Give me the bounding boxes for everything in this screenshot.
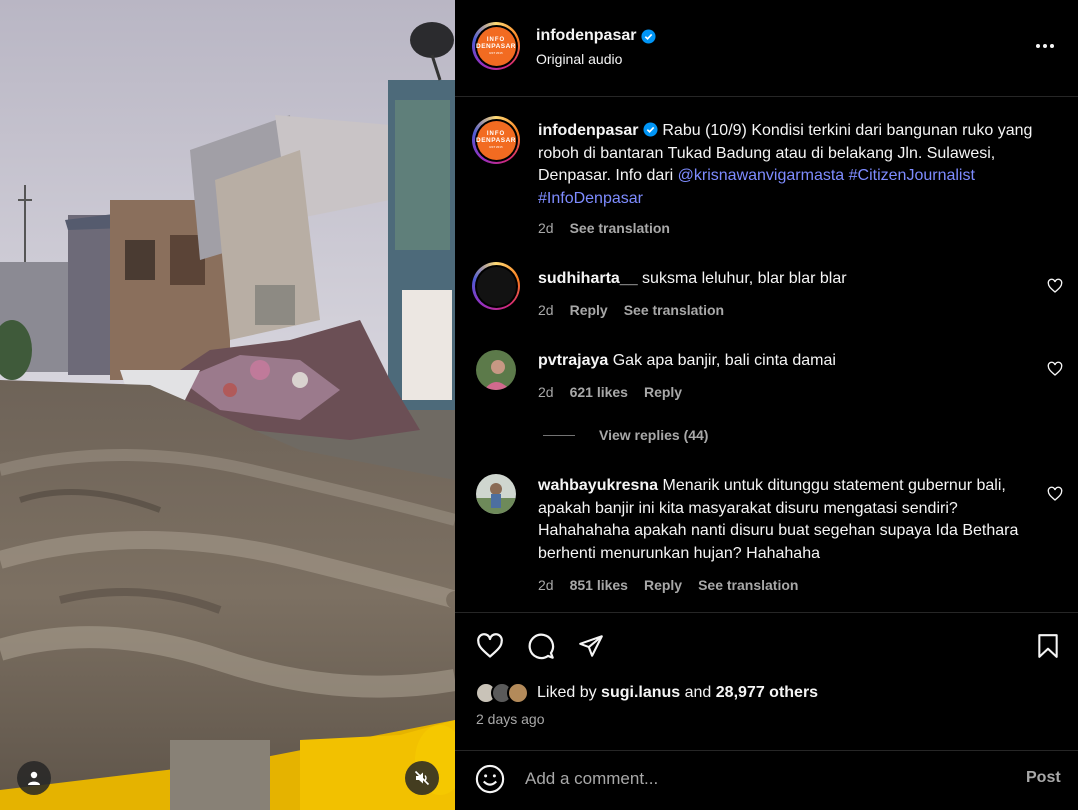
liked-by-avatars[interactable] [475, 682, 529, 704]
more-options-button[interactable] [1033, 34, 1057, 58]
muted-speaker-icon [414, 770, 430, 786]
comment-likes-count[interactable]: 851 likes [570, 577, 628, 593]
view-replies-label: View replies (44) [599, 427, 709, 443]
reply-button[interactable]: Reply [570, 302, 608, 318]
caption-mention-link[interactable]: @krisnawanvigarmasta [678, 167, 845, 184]
share-button[interactable] [573, 628, 609, 664]
liked-by-and: and [684, 684, 712, 701]
more-icon-dot [1050, 44, 1054, 48]
comment-icon [528, 633, 555, 660]
comment-button[interactable] [523, 628, 559, 664]
caption-text: infodenpasar Rabu (10/9) Kondisi terkini… [538, 120, 1038, 210]
caption-avatar[interactable]: INFO DENPASAR EST 2015 [472, 116, 520, 164]
author-username[interactable]: infodenpasar [536, 27, 636, 45]
author-avatar[interactable]: INFO DENPASAR EST 2015 [472, 22, 520, 70]
caption-username[interactable]: infodenpasar [538, 122, 638, 139]
mute-button[interactable] [405, 761, 439, 795]
comment-time: 2d [538, 302, 554, 318]
comment-like-heart-icon[interactable] [1047, 486, 1063, 502]
comment-username[interactable]: wahbayukresna [538, 477, 658, 494]
author-username-row: infodenpasar [536, 27, 656, 45]
post-panel: INFO DENPASAR EST 2015 infodenpasar Orig… [455, 0, 1078, 810]
heart-icon [477, 633, 503, 658]
comment-meta: 2d 851 likes Reply See translation [538, 577, 798, 593]
verified-badge-icon [641, 28, 656, 44]
more-icon-dot [1036, 44, 1040, 48]
comment-text: sudhiharta__ suksma leluhur, blar blar b… [538, 268, 1038, 291]
comment-username[interactable]: pvtrajaya [538, 352, 608, 369]
post-actions-bar [455, 628, 1078, 664]
caption-meta: 2d See translation [538, 220, 670, 236]
more-icon-dot [1043, 44, 1047, 48]
logo-text-line2: DENPASAR [476, 42, 516, 50]
tagged-users-button[interactable] [17, 761, 51, 795]
actions-divider [455, 612, 1078, 613]
reply-button[interactable]: Reply [644, 577, 682, 593]
liked-by-prefix: Liked by [537, 684, 597, 701]
comment-meta: 2d Reply See translation [538, 302, 724, 318]
infodenpasar-logo: INFO DENPASAR EST 2015 [476, 26, 516, 66]
reply-button[interactable]: Reply [644, 384, 682, 400]
comment-username[interactable]: sudhiharta__ [538, 270, 638, 287]
flood-video-frame [0, 0, 455, 810]
caption-time: 2d [538, 220, 554, 236]
save-button[interactable] [1030, 628, 1066, 664]
like-button[interactable] [472, 628, 508, 664]
see-translation-button[interactable]: See translation [624, 302, 724, 318]
verified-badge-icon [643, 122, 658, 137]
comment-time: 2d [538, 384, 554, 400]
logo-text-line1: INFO [486, 36, 506, 43]
comment-time: 2d [538, 577, 554, 593]
logo-text-line1: INFO [486, 130, 506, 137]
post-media[interactable] [0, 0, 455, 810]
liked-by-user[interactable]: sugi.lanus [601, 684, 680, 702]
share-icon [579, 635, 603, 657]
post-comment-button[interactable]: Post [1026, 769, 1061, 787]
avatar-photo [476, 474, 516, 514]
liked-by-row: Liked by sugi.lanus and 28,977 others [475, 682, 818, 704]
comment-input[interactable] [525, 767, 1005, 791]
comment-meta: 2d 621 likes Reply [538, 384, 682, 400]
comment-like-heart-icon[interactable] [1047, 361, 1063, 377]
liker-avatar [507, 682, 529, 704]
view-replies-line [543, 434, 575, 436]
caption-see-translation[interactable]: See translation [570, 220, 670, 236]
add-comment-bar: Post [455, 750, 1078, 810]
view-replies-button[interactable]: View replies (44) [543, 427, 708, 443]
user-icon [28, 771, 40, 785]
logo-text-line3: EST 2015 [489, 145, 503, 150]
comment-text: pvtrajaya Gak apa banjir, bali cinta dam… [538, 350, 1038, 373]
logo-text-line3: EST 2015 [489, 51, 503, 56]
infodenpasar-logo: INFO DENPASAR EST 2015 [476, 120, 516, 160]
comment-body: suksma leluhur, blar blar blar [642, 270, 847, 287]
comment-text: wahbayukresna Menarik untuk ditunggu sta… [538, 475, 1028, 565]
header-divider [455, 96, 1078, 97]
comment-like-heart-icon[interactable] [1047, 278, 1063, 294]
comment-likes-count[interactable]: 621 likes [570, 384, 628, 400]
comment-avatar-sudhiharta[interactable] [472, 262, 520, 310]
logo-text-line2: DENPASAR [476, 136, 516, 144]
audio-label[interactable]: Original audio [536, 51, 622, 67]
comment-avatar-pvtrajaya[interactable] [476, 350, 516, 390]
comment-body: Gak apa banjir, bali cinta damai [612, 352, 836, 369]
see-translation-button[interactable]: See translation [698, 577, 798, 593]
comment-avatar-wahbayukresna[interactable] [476, 474, 516, 514]
emoji-icon[interactable] [475, 764, 505, 794]
avatar-photo [476, 350, 516, 390]
bookmark-icon [1038, 634, 1058, 658]
likes-count[interactable]: 28,977 others [716, 684, 818, 702]
post-time[interactable]: 2 days ago [476, 711, 545, 727]
